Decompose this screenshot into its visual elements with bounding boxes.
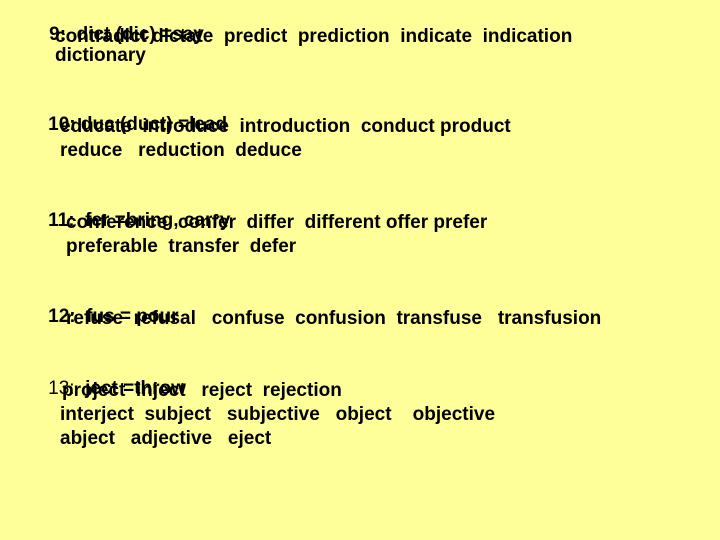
- word-list-line: dictionary: [55, 45, 146, 66]
- word-list-line: project inject reject rejection: [62, 380, 342, 401]
- word-list-line: interject subject subjective object obje…: [60, 404, 496, 425]
- word-list-line: conference confer differ different offer…: [66, 212, 488, 233]
- word-list-line: abject adjective eject: [60, 428, 272, 449]
- word-list-line: educate introduce introduction conduct p…: [60, 116, 511, 137]
- word-list-line: refuse refusal confuse confusion transfu…: [66, 308, 602, 329]
- word-list-line: reduce reduction deduce: [60, 140, 302, 161]
- word-list-line: preferable transfer defer: [66, 236, 297, 257]
